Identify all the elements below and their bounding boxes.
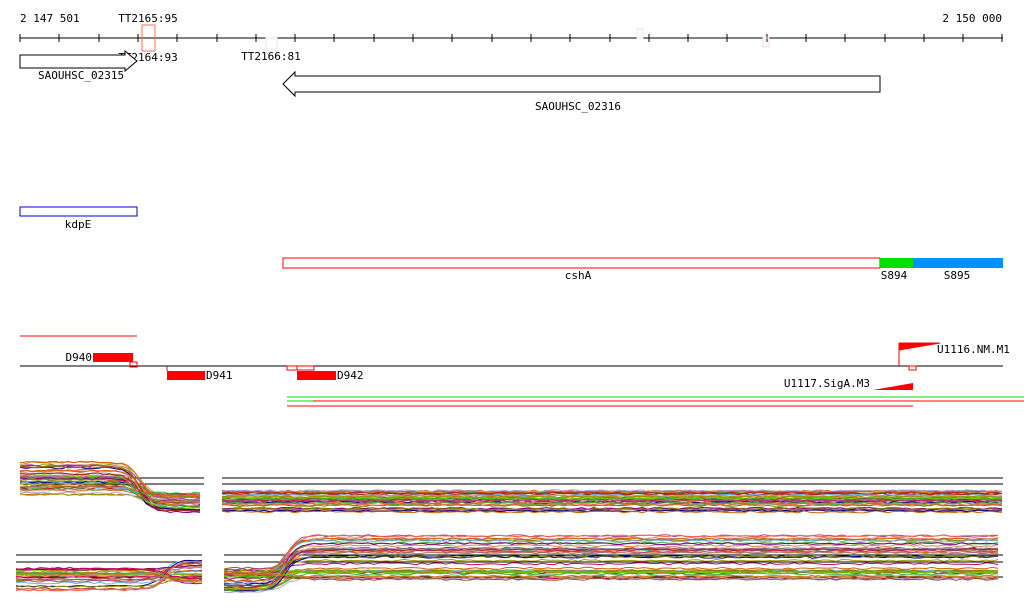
expression-profiles	[15, 460, 1003, 594]
terminator-tt2165-label: TT2165:95	[118, 12, 178, 25]
operon-s895-box[interactable]	[913, 258, 1003, 268]
terminator-box[interactable]	[636, 28, 644, 39]
segment-d941-label: D941	[206, 369, 233, 382]
segment-d941-box[interactable]	[167, 371, 205, 380]
operon-csha-label: cshA	[565, 269, 592, 282]
gene-saouhsc-02316-arrow[interactable]	[282, 70, 881, 98]
operon-s894-label: S894	[881, 269, 908, 282]
segment-d942-label: D942	[337, 369, 364, 382]
operon-s895-label: S895	[944, 269, 971, 282]
ruler-start-label: 2 147 501	[20, 12, 80, 25]
terminator-box[interactable]	[762, 37, 770, 48]
terminator-tt2166-label: TT2166:81	[241, 50, 301, 63]
breakpoint-box	[286, 365, 298, 371]
breakpoint-box	[908, 365, 917, 371]
segment-d940-box[interactable]	[93, 353, 133, 362]
gene-saouhsc-02316-label: SAOUHSC_02316	[535, 100, 621, 113]
terminator-tt2166-box[interactable]	[265, 37, 278, 50]
ruler-end-label: 2 150 000	[942, 12, 1002, 25]
upshift-u1116-label: U1116.NM.M1	[937, 343, 1010, 356]
segment-d940-label: D940	[66, 351, 93, 364]
operon-kdpe-label: kdpE	[65, 218, 92, 231]
gene-saouhsc-02315-label: SAOUHSC_02315	[38, 69, 124, 82]
operon-kdpe-box[interactable]	[19, 206, 138, 217]
segment-d942-box[interactable]	[297, 371, 336, 380]
genome-browser: 2 147 501 2 150 000 TT2165:95 TT2164:93 …	[0, 0, 1024, 611]
genome-track-canvas: 2 147 501 2 150 000 TT2165:95 TT2164:93 …	[15, 12, 1024, 594]
upshift-u1117-flag[interactable]	[873, 370, 913, 390]
breakpoint-box	[296, 365, 315, 371]
upshift-u1117-label: U1117.SigA.M3	[784, 377, 870, 390]
operon-s894-box[interactable]	[880, 258, 913, 268]
operon-csha-box[interactable]	[282, 257, 881, 269]
